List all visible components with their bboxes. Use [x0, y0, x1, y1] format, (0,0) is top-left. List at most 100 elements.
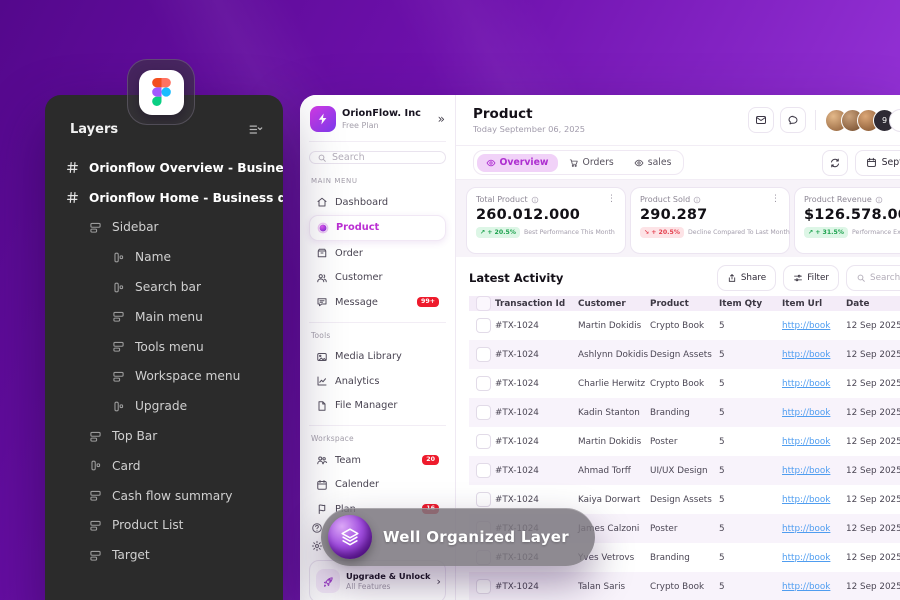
cell-transaction-id: #TX-1024 [495, 379, 578, 389]
upgrade-subtitle: All Features [346, 582, 431, 591]
layer-row[interactable]: Sidebar [45, 213, 283, 243]
table-row[interactable]: #TX-1024 Kadin Stanton Branding 5 http:/… [469, 398, 900, 427]
tab[interactable]: Overview [477, 154, 558, 172]
row-checkbox[interactable] [476, 318, 491, 333]
cell-product: UI/UX Design [650, 466, 719, 476]
section-label-workspace: Workspace [311, 434, 444, 443]
layer-row[interactable]: Search bar [45, 272, 283, 302]
layer-row[interactable]: Upgrade [45, 391, 283, 421]
info-icon[interactable] [875, 196, 883, 204]
filter-button[interactable]: Filter [783, 265, 839, 291]
avatar-stack[interactable]: 9 [825, 109, 900, 132]
cell-item-url-link[interactable]: http://book [782, 408, 846, 418]
row-checkbox[interactable] [476, 434, 491, 449]
table-row[interactable]: #TX-1024 Martin Dokidis Crypto Book 5 ht… [469, 311, 900, 340]
layer-row[interactable]: Card [45, 451, 283, 481]
sidebar-menu-item[interactable]: Media Library [309, 345, 446, 370]
refresh-button[interactable] [822, 150, 848, 176]
menu-item-badge: 99+ [417, 297, 439, 307]
share-icon [727, 273, 737, 283]
select-all-checkbox[interactable] [476, 296, 491, 311]
table-row[interactable]: #TX-1024 Martin Dokidis Poster 5 http://… [469, 427, 900, 456]
info-icon[interactable] [693, 196, 701, 204]
layer-row[interactable]: Tools menu [45, 332, 283, 362]
date-picker-button[interactable]: September [855, 150, 900, 176]
table-row[interactable]: #TX-1024 Ashlynn Dokidis Design Assets 5… [469, 340, 900, 369]
table-row[interactable]: #TX-1024 Charlie Herwitz Crypto Book 5 h… [469, 369, 900, 398]
col-item-qty[interactable]: Item Qty [719, 299, 782, 309]
upgrade-title: Upgrade & Unlock [346, 571, 431, 582]
layer-row[interactable]: Orionflow Overview - Business digita [45, 153, 283, 183]
cell-item-url-link[interactable]: http://book [782, 582, 846, 592]
collapse-list-icon[interactable] [248, 122, 263, 137]
cell-transaction-id: #TX-1024 [495, 437, 578, 447]
row-checkbox[interactable] [476, 463, 491, 478]
layer-row[interactable]: Orionflow Home - Business digital cm [45, 183, 283, 213]
layer-type-icon [89, 549, 102, 562]
cell-item-qty: 5 [719, 582, 782, 592]
col-item-url[interactable]: Item Url [782, 299, 846, 309]
col-transaction-id[interactable]: Transaction Id [495, 299, 578, 309]
row-checkbox[interactable] [476, 492, 491, 507]
layer-type-icon [112, 281, 125, 294]
layer-label: Product List [112, 518, 183, 532]
layer-row[interactable]: Product List [45, 511, 283, 541]
row-checkbox[interactable] [476, 579, 491, 594]
info-icon[interactable] [531, 196, 539, 204]
layer-row[interactable]: Top Bar [45, 421, 283, 451]
row-checkbox[interactable] [476, 376, 491, 391]
cell-transaction-id: #TX-1024 [495, 582, 578, 592]
table-row[interactable]: #TX-1024 Talan Saris Crypto Book 5 http:… [469, 572, 900, 600]
org-switcher[interactable]: OrionFlow. Inc Free Plan » [309, 105, 446, 142]
stat-card: Product Revenue ⋮ $126.578.00 + 31.5% Pe… [794, 187, 900, 254]
cell-item-url-link[interactable]: http://book [782, 437, 846, 447]
sidebar-menu-item[interactable]: Product [309, 215, 446, 242]
table-search-placeholder: Search [870, 273, 900, 283]
row-checkbox[interactable] [476, 347, 491, 362]
section-label-main-menu: MAIN MENU [311, 177, 444, 185]
layer-row[interactable]: Target [45, 540, 283, 570]
tab[interactable]: sales [625, 154, 681, 172]
cell-item-qty: 5 [719, 408, 782, 418]
tab[interactable]: Orders [560, 154, 623, 172]
table-row[interactable]: #TX-1024 Ahmad Torff UI/UX Design 5 http… [469, 456, 900, 485]
layer-row[interactable]: Workspace menu [45, 362, 283, 392]
sidebar-collapse-icon[interactable]: » [438, 112, 445, 126]
cell-item-url-link[interactable]: http://book [782, 553, 846, 563]
trend-change: + 20.5% [487, 229, 516, 236]
menu-item-icon [316, 479, 328, 491]
sidebar-search-input[interactable]: Search [309, 151, 446, 164]
layer-label: Orionflow Overview - Business digita [89, 161, 283, 175]
cell-item-url-link[interactable]: http://book [782, 466, 846, 476]
cell-item-url-link[interactable]: http://book [782, 379, 846, 389]
sidebar-menu-item[interactable]: Team 20 [309, 448, 446, 473]
sidebar-menu-item[interactable]: File Manager [309, 394, 446, 419]
mail-button[interactable] [748, 107, 774, 133]
layer-row[interactable]: Main menu [45, 302, 283, 332]
layer-type-icon [112, 251, 125, 264]
sidebar-menu-item[interactable]: Order [309, 241, 446, 266]
kebab-menu-icon[interactable]: ⋮ [607, 195, 616, 204]
layer-row[interactable]: Name [45, 242, 283, 272]
layers-icon [339, 526, 361, 548]
cell-item-url-link[interactable]: http://book [782, 524, 846, 534]
table-search-input[interactable]: Search [846, 265, 900, 291]
col-customer[interactable]: Customer [578, 299, 650, 309]
chat-button[interactable] [780, 107, 806, 133]
tab-icon [486, 158, 496, 168]
col-date[interactable]: Date [846, 299, 900, 309]
sidebar-menu-item[interactable]: Message 99+ [309, 290, 446, 315]
cell-item-url-link[interactable]: http://book [782, 321, 846, 331]
sidebar-menu-item[interactable]: Customer [309, 266, 446, 291]
layer-row[interactable]: Cash flow summary [45, 481, 283, 511]
kebab-menu-icon[interactable]: ⋮ [771, 195, 780, 204]
cell-item-url-link[interactable]: http://book [782, 350, 846, 360]
sidebar-menu-item[interactable]: Analytics [309, 369, 446, 394]
sidebar-menu-item[interactable]: Calender [309, 473, 446, 498]
sidebar-menu-item[interactable]: Dashboard [309, 190, 446, 215]
cell-item-url-link[interactable]: http://book [782, 495, 846, 505]
share-button[interactable]: Share [717, 265, 776, 291]
col-product[interactable]: Product [650, 299, 719, 309]
cell-item-qty: 5 [719, 495, 782, 505]
row-checkbox[interactable] [476, 405, 491, 420]
